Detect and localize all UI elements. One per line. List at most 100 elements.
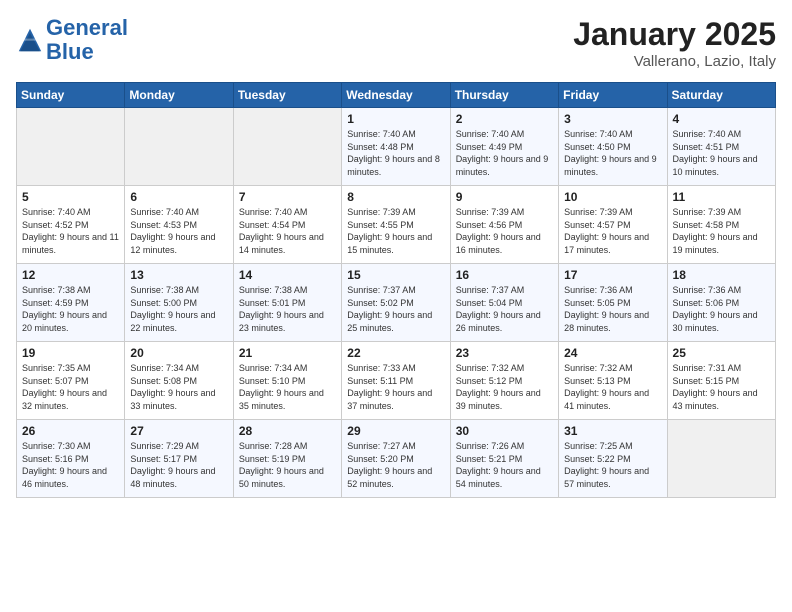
calendar-week-1: 5Sunrise: 7:40 AM Sunset: 4:52 PM Daylig…: [17, 186, 776, 264]
month-title: January 2025: [573, 16, 776, 53]
header-tuesday: Tuesday: [233, 83, 341, 108]
day-info: Sunrise: 7:28 AM Sunset: 5:19 PM Dayligh…: [239, 440, 336, 490]
calendar-cell: 2Sunrise: 7:40 AM Sunset: 4:49 PM Daylig…: [450, 108, 558, 186]
header-wednesday: Wednesday: [342, 83, 450, 108]
day-number: 15: [347, 268, 444, 282]
day-info: Sunrise: 7:39 AM Sunset: 4:58 PM Dayligh…: [673, 206, 770, 256]
day-number: 31: [564, 424, 661, 438]
day-number: 17: [564, 268, 661, 282]
day-info: Sunrise: 7:40 AM Sunset: 4:49 PM Dayligh…: [456, 128, 553, 178]
day-number: 27: [130, 424, 227, 438]
calendar-cell: 28 Sunrise: 7:28 AM Sunset: 5:19 PM Dayli…: [233, 420, 341, 498]
day-info: Sunrise: 7:38 AM Sunset: 5:00 PM Dayligh…: [130, 284, 227, 334]
day-number: 19: [22, 346, 119, 360]
calendar-table: Sunday Monday Tuesday Wednesday Thursday…: [16, 82, 776, 498]
day-number: 11: [673, 190, 770, 204]
calendar-header: Sunday Monday Tuesday Wednesday Thursday…: [17, 83, 776, 108]
day-info: Sunrise: 7:34 AM Sunset: 5:10 PM Dayligh…: [239, 362, 336, 412]
day-info: Sunrise: 7:36 AM Sunset: 5:06 PM Dayligh…: [673, 284, 770, 334]
day-number: 16: [456, 268, 553, 282]
day-info: Sunrise: 7:40 AM Sunset: 4:48 PM Dayligh…: [347, 128, 444, 178]
day-number: 18: [673, 268, 770, 282]
day-info: Sunrise: 7:25 AM Sunset: 5:22 PM Dayligh…: [564, 440, 661, 490]
day-info: Sunrise: 7:29 AM Sunset: 5:17 PM Dayligh…: [130, 440, 227, 490]
calendar-cell: [125, 108, 233, 186]
day-number: 14: [239, 268, 336, 282]
calendar-cell: 1 Sunrise: 7:40 AM Sunset: 4:48 PM Daylig…: [342, 108, 450, 186]
calendar-cell: 18 Sunrise: 7:36 AM Sunset: 5:06 PM Dayli…: [667, 264, 775, 342]
calendar-cell: 13 Sunrise: 7:38 AM Sunset: 5:00 PM Dayli…: [125, 264, 233, 342]
day-info: Sunrise: 7:34 AM Sunset: 5:08 PM Dayligh…: [130, 362, 227, 412]
calendar-cell: 15 Sunrise: 7:37 AM Sunset: 5:02 PM Dayli…: [342, 264, 450, 342]
day-number: 22: [347, 346, 444, 360]
day-info: Sunrise: 7:40 AM Sunset: 4:52 PM Dayligh…: [22, 206, 119, 256]
calendar-cell: 21 Sunrise: 7:34 AM Sunset: 5:10 PM Dayli…: [233, 342, 341, 420]
page-container: General Blue January 2025 Vallerano, Laz…: [0, 0, 792, 506]
day-number: 10: [564, 190, 661, 204]
day-info: Sunrise: 7:40 AM Sunset: 4:53 PM Dayligh…: [130, 206, 227, 256]
day-number: 21: [239, 346, 336, 360]
calendar-cell: 7 Sunrise: 7:40 AM Sunset: 4:54 PM Daylig…: [233, 186, 341, 264]
calendar-cell: 23 Sunrise: 7:32 AM Sunset: 5:12 PM Dayli…: [450, 342, 558, 420]
day-info: Sunrise: 7:40 AM Sunset: 4:51 PM Dayligh…: [673, 128, 770, 178]
title-block: January 2025 Vallerano, Lazio, Italy: [573, 16, 776, 70]
header-thursday: Thursday: [450, 83, 558, 108]
day-info: Sunrise: 7:39 AM Sunset: 4:57 PM Dayligh…: [564, 206, 661, 256]
calendar-cell: 9 Sunrise: 7:39 AM Sunset: 4:56 PM Daylig…: [450, 186, 558, 264]
logo-icon: [16, 26, 44, 54]
day-info: Sunrise: 7:26 AM Sunset: 5:21 PM Dayligh…: [456, 440, 553, 490]
day-number: 8: [347, 190, 444, 204]
day-number: 24: [564, 346, 661, 360]
day-info: Sunrise: 7:36 AM Sunset: 5:05 PM Dayligh…: [564, 284, 661, 334]
day-number: 30: [456, 424, 553, 438]
day-number: 26: [22, 424, 119, 438]
day-number: 1: [347, 112, 444, 126]
calendar-cell: 24Sunrise: 7:32 AM Sunset: 5:13 PM Dayli…: [559, 342, 667, 420]
day-number: 4: [673, 112, 770, 126]
calendar-cell: 16 Sunrise: 7:37 AM Sunset: 5:04 PM Dayli…: [450, 264, 558, 342]
day-number: 25: [673, 346, 770, 360]
calendar-cell: 22 Sunrise: 7:33 AM Sunset: 5:11 PM Dayli…: [342, 342, 450, 420]
logo-blue: Blue: [46, 39, 94, 64]
day-number: 9: [456, 190, 553, 204]
day-number: 13: [130, 268, 227, 282]
day-info: Sunrise: 7:32 AM Sunset: 5:12 PM Dayligh…: [456, 362, 553, 412]
calendar-body: 1 Sunrise: 7:40 AM Sunset: 4:48 PM Daylig…: [17, 108, 776, 498]
day-number: 29: [347, 424, 444, 438]
calendar-cell: 11 Sunrise: 7:39 AM Sunset: 4:58 PM Dayli…: [667, 186, 775, 264]
day-number: 6: [130, 190, 227, 204]
day-info: Sunrise: 7:33 AM Sunset: 5:11 PM Dayligh…: [347, 362, 444, 412]
calendar-cell: 3Sunrise: 7:40 AM Sunset: 4:50 PM Daylig…: [559, 108, 667, 186]
calendar-week-4: 26Sunrise: 7:30 AM Sunset: 5:16 PM Dayli…: [17, 420, 776, 498]
calendar-cell: [667, 420, 775, 498]
calendar-cell: 14 Sunrise: 7:38 AM Sunset: 5:01 PM Dayli…: [233, 264, 341, 342]
day-info: Sunrise: 7:31 AM Sunset: 5:15 PM Dayligh…: [673, 362, 770, 412]
day-number: 28: [239, 424, 336, 438]
calendar-cell: 8Sunrise: 7:39 AM Sunset: 4:55 PM Daylig…: [342, 186, 450, 264]
day-info: Sunrise: 7:35 AM Sunset: 5:07 PM Dayligh…: [22, 362, 119, 412]
location: Vallerano, Lazio, Italy: [573, 53, 776, 70]
calendar-cell: [233, 108, 341, 186]
header-sunday: Sunday: [17, 83, 125, 108]
day-info: Sunrise: 7:27 AM Sunset: 5:20 PM Dayligh…: [347, 440, 444, 490]
calendar-cell: 10 Sunrise: 7:39 AM Sunset: 4:57 PM Dayli…: [559, 186, 667, 264]
header-friday: Friday: [559, 83, 667, 108]
calendar-week-0: 1 Sunrise: 7:40 AM Sunset: 4:48 PM Daylig…: [17, 108, 776, 186]
calendar-cell: 6 Sunrise: 7:40 AM Sunset: 4:53 PM Daylig…: [125, 186, 233, 264]
day-info: Sunrise: 7:38 AM Sunset: 5:01 PM Dayligh…: [239, 284, 336, 334]
calendar-cell: 17 Sunrise: 7:36 AM Sunset: 5:05 PM Dayli…: [559, 264, 667, 342]
header-monday: Monday: [125, 83, 233, 108]
day-number: 7: [239, 190, 336, 204]
calendar-cell: 31 Sunrise: 7:25 AM Sunset: 5:22 PM Dayli…: [559, 420, 667, 498]
logo: General Blue: [16, 16, 128, 64]
calendar-cell: 5Sunrise: 7:40 AM Sunset: 4:52 PM Daylig…: [17, 186, 125, 264]
calendar-cell: 20Sunrise: 7:34 AM Sunset: 5:08 PM Dayli…: [125, 342, 233, 420]
day-info: Sunrise: 7:37 AM Sunset: 5:02 PM Dayligh…: [347, 284, 444, 334]
day-info: Sunrise: 7:39 AM Sunset: 4:56 PM Dayligh…: [456, 206, 553, 256]
day-info: Sunrise: 7:40 AM Sunset: 4:50 PM Dayligh…: [564, 128, 661, 178]
day-info: Sunrise: 7:40 AM Sunset: 4:54 PM Dayligh…: [239, 206, 336, 256]
calendar-cell: 19 Sunrise: 7:35 AM Sunset: 5:07 PM Dayli…: [17, 342, 125, 420]
day-info: Sunrise: 7:37 AM Sunset: 5:04 PM Dayligh…: [456, 284, 553, 334]
day-number: 23: [456, 346, 553, 360]
calendar-cell: 30 Sunrise: 7:26 AM Sunset: 5:21 PM Dayli…: [450, 420, 558, 498]
